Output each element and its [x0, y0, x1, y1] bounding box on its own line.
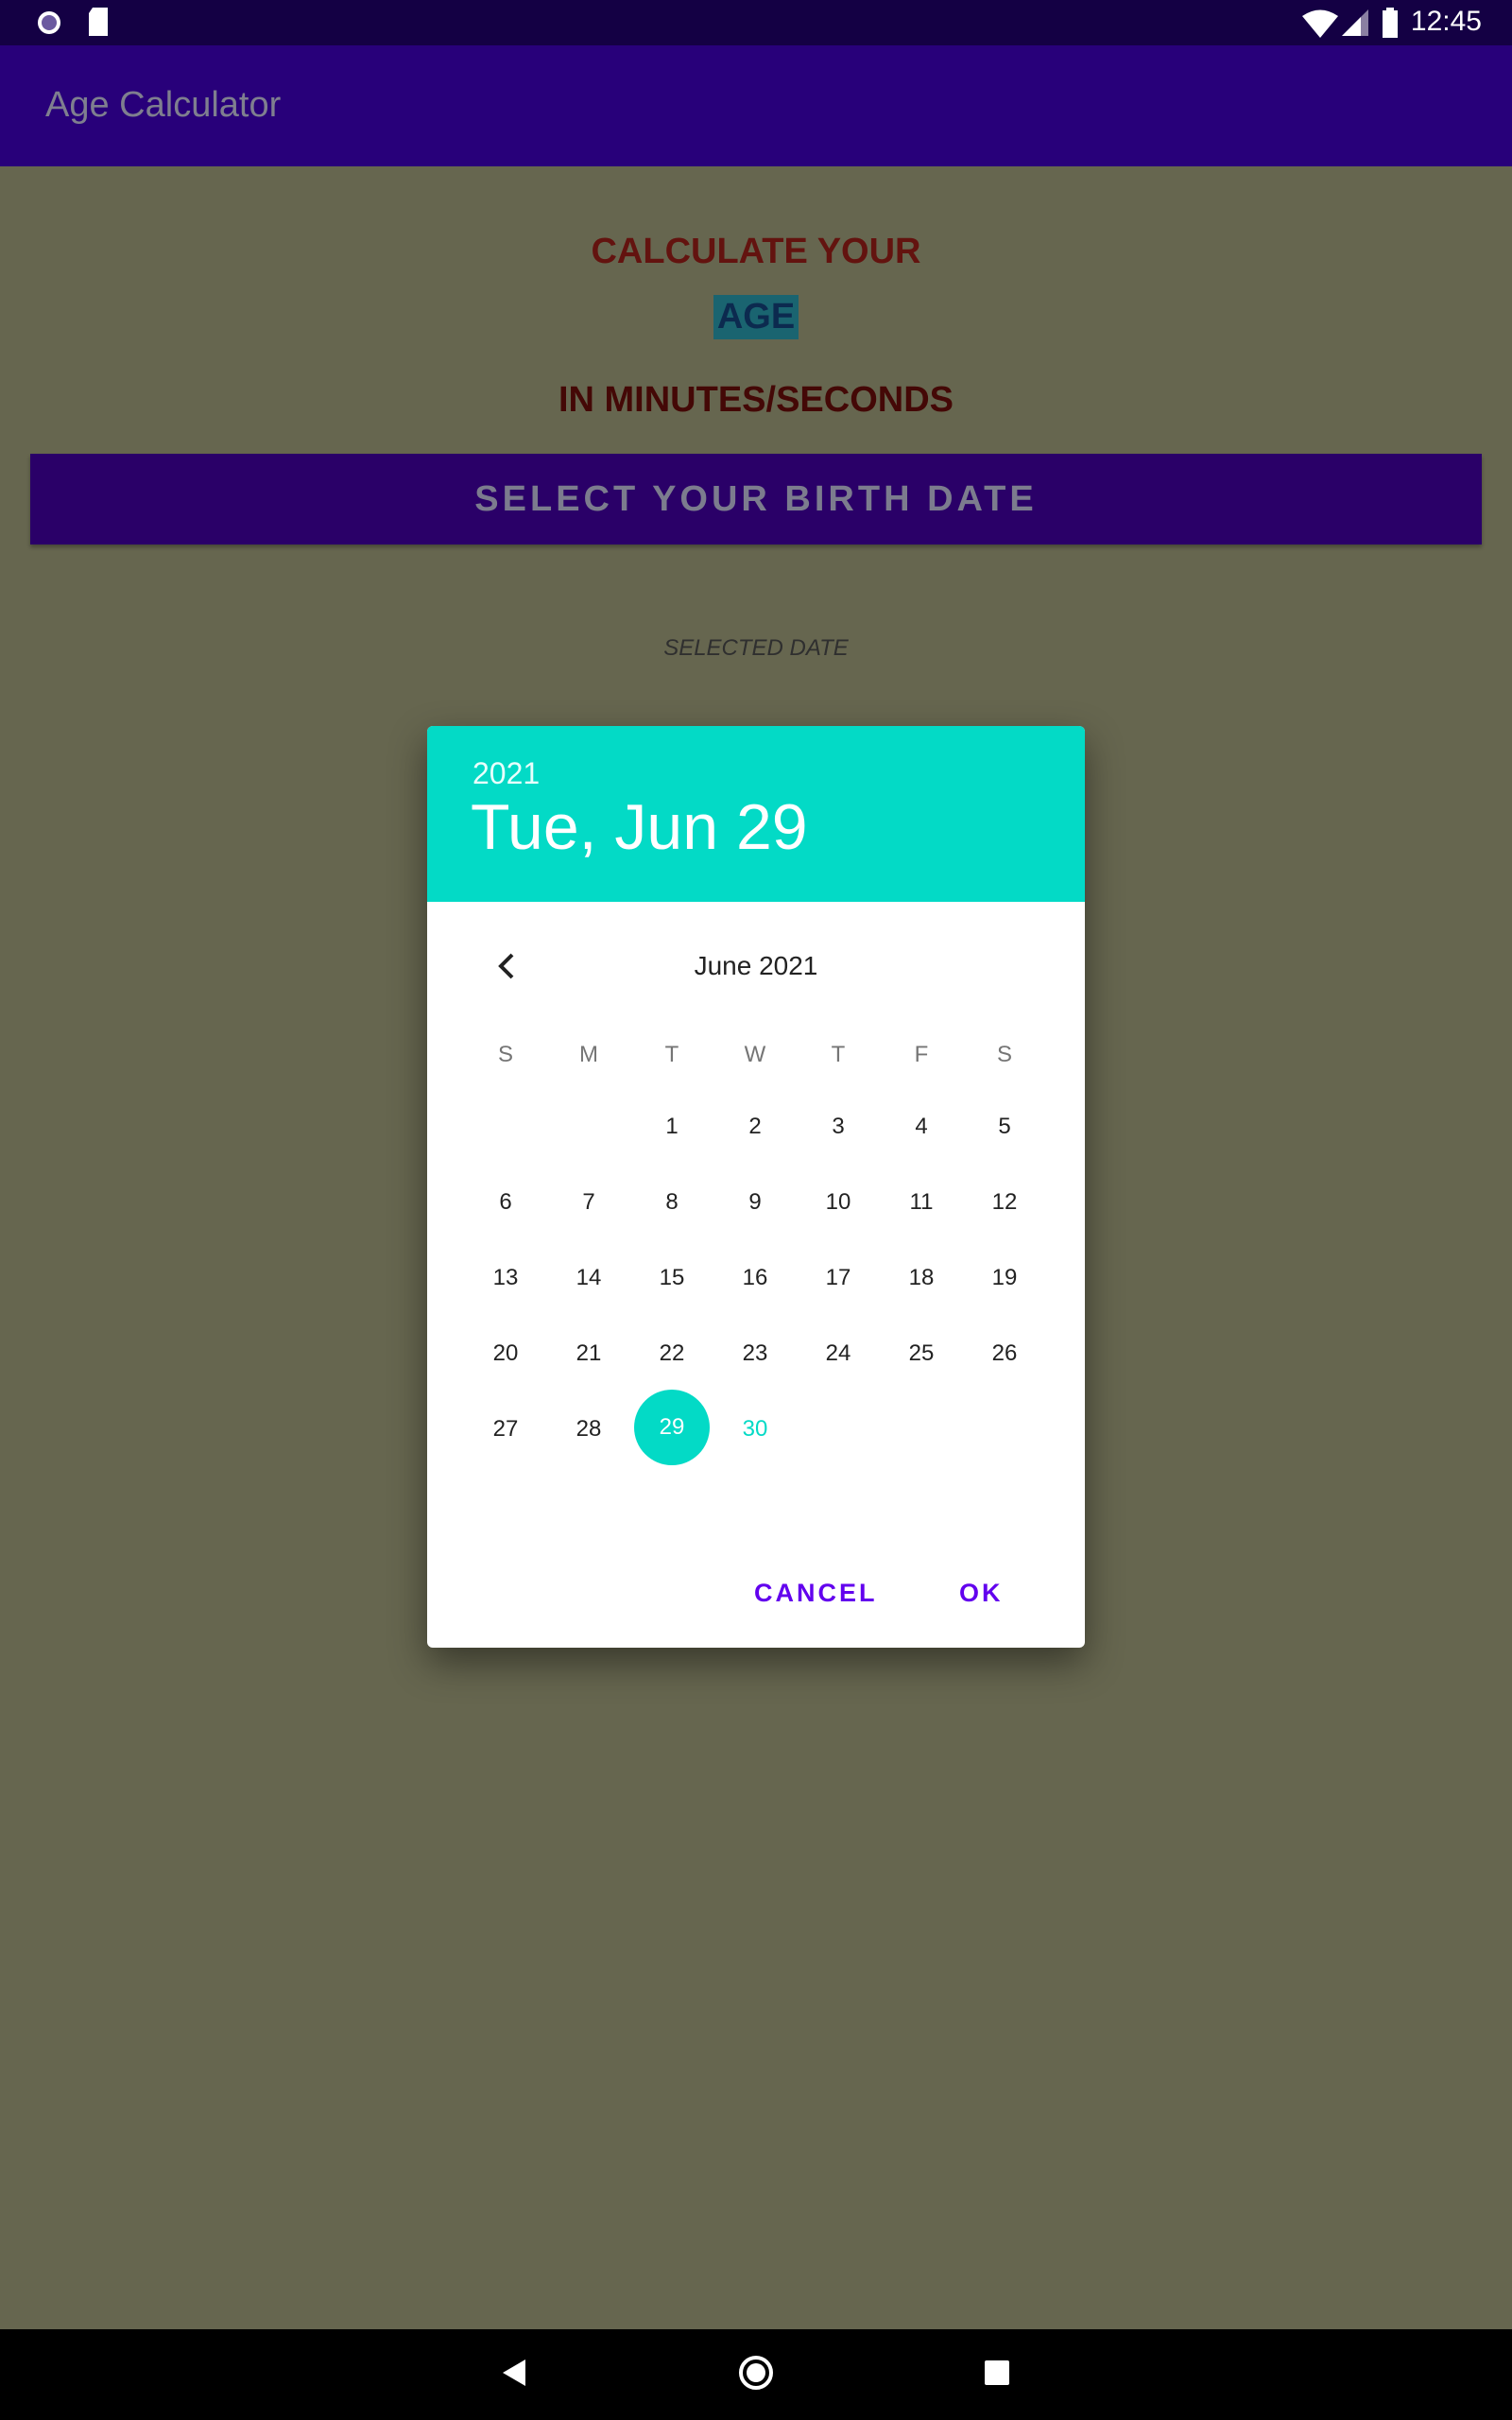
calendar-day[interactable]: 24 [797, 1340, 880, 1367]
heading-line-1: CALCULATE YOUR [591, 232, 921, 271]
cancel-button[interactable]: CANCEL [754, 1579, 878, 1608]
calendar-day[interactable]: 19 [963, 1265, 1046, 1291]
battery-icon [1383, 8, 1398, 38]
calendar-day[interactable]: 17 [797, 1265, 880, 1291]
calendar-day[interactable]: 2 [713, 1114, 797, 1140]
calendar-day[interactable]: 25 [880, 1340, 963, 1367]
calendar-day[interactable]: 14 [547, 1265, 630, 1291]
heading-line-2: AGE [0, 295, 1512, 339]
dialog-selected-date[interactable]: Tue, Jun 29 [471, 790, 808, 864]
calendar-day[interactable]: 1 [630, 1114, 713, 1140]
calendar-day[interactable]: 6 [464, 1189, 547, 1216]
select-birth-date-button[interactable]: SELECT YOUR BIRTH DATE [30, 454, 1482, 544]
date-picker-dialog: 2021 Tue, Jun 29 June 2021 S M T W T F S… [427, 726, 1085, 1648]
calendar-day[interactable]: 18 [880, 1265, 963, 1291]
calendar-day[interactable]: 4 [880, 1114, 963, 1140]
calendar-day[interactable]: 13 [464, 1265, 547, 1291]
month-title: June 2021 [694, 951, 818, 980]
weekday-header: T [664, 1042, 679, 1067]
selected-date-label: SELECTED DATE [663, 635, 849, 661]
calendar-day[interactable]: 21 [547, 1340, 630, 1367]
calendar-day[interactable]: 5 [963, 1114, 1046, 1140]
calendar-day-today[interactable]: 30 [713, 1416, 797, 1443]
calendar-day-selected[interactable]: 29 [634, 1390, 710, 1465]
calendar-day[interactable]: 3 [797, 1114, 880, 1140]
calendar-day[interactable]: 26 [963, 1340, 1046, 1367]
calendar-day[interactable]: 27 [464, 1416, 547, 1443]
home-icon[interactable] [738, 2355, 774, 2391]
calendar-day[interactable]: 7 [547, 1189, 630, 1216]
calendar-day[interactable]: 11 [880, 1189, 963, 1216]
weekday-header: S [497, 1042, 513, 1067]
dialog-year[interactable]: 2021 [472, 756, 540, 791]
app-bar: Age Calculator [0, 45, 1512, 166]
age-highlight: AGE [713, 295, 799, 339]
calendar-day[interactable]: 23 [713, 1340, 797, 1367]
weekday-header: S [996, 1042, 1012, 1067]
calendar-day[interactable]: 15 [630, 1265, 713, 1291]
calendar-day[interactable]: 20 [464, 1340, 547, 1367]
dialog-header: 2021 Tue, Jun 29 [427, 726, 1085, 902]
wifi-icon [1302, 9, 1338, 38]
heading-line-3: IN MINUTES/SECONDS [558, 380, 954, 420]
status-bar: 12:45 [0, 0, 1512, 45]
sd-card-icon [89, 8, 108, 36]
calendar-day[interactable]: 8 [630, 1189, 713, 1216]
calendar-day[interactable]: 12 [963, 1189, 1046, 1216]
navigation-bar [0, 2329, 1512, 2420]
calendar-day[interactable]: 9 [713, 1189, 797, 1216]
back-icon[interactable] [501, 2358, 527, 2388]
calendar-day[interactable]: 28 [547, 1416, 630, 1443]
signal-icon [1342, 9, 1368, 36]
status-time: 12:45 [1410, 6, 1482, 37]
calendar-day[interactable]: 22 [630, 1340, 713, 1367]
app-title: Age Calculator [45, 85, 282, 125]
weekday-header: W [744, 1042, 766, 1067]
calendar-day[interactable]: 10 [797, 1189, 880, 1216]
calendar-day[interactable]: 16 [713, 1265, 797, 1291]
recents-icon[interactable] [985, 2360, 1009, 2385]
ok-button[interactable]: OK [959, 1579, 1004, 1608]
weekday-header: M [579, 1042, 598, 1067]
weekday-header: T [831, 1042, 846, 1067]
weekday-header: F [914, 1042, 929, 1067]
mind-icon [38, 11, 60, 34]
